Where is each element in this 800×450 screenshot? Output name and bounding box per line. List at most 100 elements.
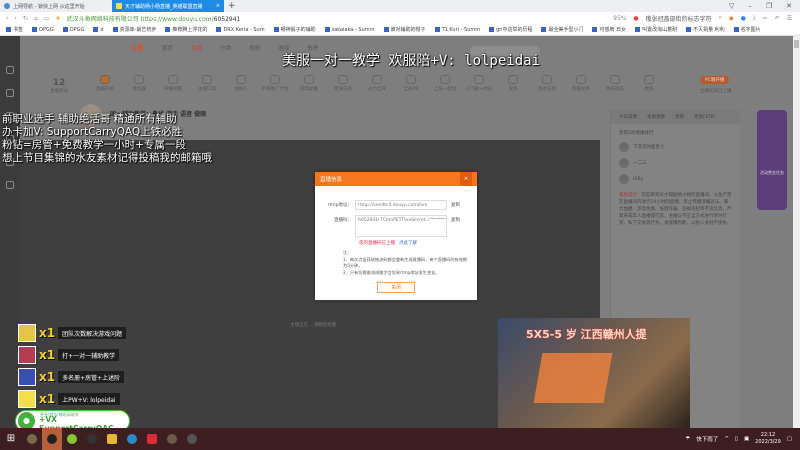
- start-button[interactable]: ⊞: [0, 428, 22, 450]
- tool-item[interactable]: 星海任务: [328, 75, 358, 92]
- url-input[interactable]: 武汉斗鱼网络科技有限公司 https://www.douyu.com/60529…: [67, 14, 241, 23]
- tool-item[interactable]: 手游推广计划: [260, 75, 290, 92]
- search-engine-icon[interactable]: ●: [633, 15, 638, 22]
- scroll-thumb[interactable]: [794, 40, 799, 48]
- copy-code-button[interactable]: 复制: [447, 215, 460, 223]
- tab-vip[interactable]: 贵宾: [675, 114, 684, 120]
- tool-item[interactable]: 小飞船+动态: [464, 75, 494, 92]
- tool-item[interactable]: 全民PK: [396, 75, 426, 92]
- tool-item[interactable]: 发现: [498, 75, 528, 92]
- undo-icon[interactable]: ↶: [775, 15, 780, 22]
- bookmark-item[interactable]: OPGG: [32, 27, 54, 33]
- tool-item[interactable]: 上车一起玩: [430, 75, 460, 92]
- page-scrollbar[interactable]: [793, 36, 800, 428]
- bookmark-item[interactable]: 资源库-最艺统步: [113, 26, 157, 33]
- restore-button[interactable]: ❐: [766, 2, 772, 10]
- taskbar-app[interactable]: [62, 428, 82, 450]
- nav-home[interactable]: 首页: [162, 44, 173, 52]
- tool-item[interactable]: 火力全开: [362, 75, 392, 92]
- viewer-item[interactable]: HiBy: [619, 174, 732, 184]
- tab-vip-count[interactable]: 贵宾(378): [694, 114, 715, 120]
- home-icon[interactable]: ⌂: [34, 15, 38, 22]
- bookmark-item[interactable]: d: [93, 27, 103, 33]
- douyu-logo[interactable]: 斗鱼: [130, 43, 144, 53]
- back-icon[interactable]: ‹: [6, 15, 8, 22]
- tab-douyu-stream[interactable]: 天才辅助杨小杨直播_英雄联盟直播 ×: [112, 0, 224, 12]
- tab-navigation[interactable]: 上网导航 - 锁快上网 从这里开始: [0, 0, 112, 12]
- bookmark-item[interactable]: 叫置改淘山着耐: [635, 26, 677, 33]
- weather-text[interactable]: 快下雨了: [696, 435, 718, 443]
- tool-item[interactable]: 鱼丸任务: [532, 75, 562, 92]
- close-icon[interactable]: ×: [460, 172, 472, 186]
- battery-icon[interactable]: ▯: [735, 436, 738, 442]
- bookmark-item[interactable]: 推荐腾上浮花的: [165, 26, 207, 33]
- sidebar-item[interactable]: [6, 181, 14, 190]
- minimize-button[interactable]: –: [748, 2, 752, 10]
- taskbar-app[interactable]: [162, 428, 182, 450]
- tool-item[interactable]: 开播提醒: [158, 75, 188, 92]
- input-method-icon[interactable]: ▣: [744, 436, 749, 442]
- viewer-item[interactable]: 下次见你面星儿: [619, 142, 732, 152]
- learn-more-link[interactable]: 点此了解: [399, 241, 417, 246]
- bookmark-item[interactable]: sakalaka - Summ: [325, 27, 375, 33]
- stream-code-field[interactable]: 6052941r7ChmPETTtxxSecret=**********: [355, 215, 447, 237]
- download-icon[interactable]: ⤓: [753, 14, 756, 22]
- taskbar-app[interactable]: [122, 428, 142, 450]
- cut-icon[interactable]: ✂: [763, 15, 768, 22]
- reader-icon[interactable]: ▭: [44, 15, 50, 22]
- rtmp-field[interactable]: rtmp://sendtc3.douyu.com/live: [355, 200, 447, 210]
- tool-item[interactable]: 游戏助推: [294, 75, 324, 92]
- clock[interactable]: 22:12 2022/3/29: [755, 432, 781, 446]
- star-icon[interactable]: ★: [55, 15, 60, 22]
- tool-item[interactable]: 福利礼: [226, 75, 256, 92]
- nav-video[interactable]: 视频: [249, 44, 260, 52]
- zoom-level[interactable]: 95%: [613, 15, 626, 22]
- bookmark-item[interactable]: 谁对辅助的帽子: [384, 26, 426, 33]
- tool-live-switch[interactable]: 直播开关: [90, 75, 120, 92]
- nav-category[interactable]: 分类: [220, 44, 231, 52]
- new-tab-button[interactable]: +: [224, 1, 240, 11]
- search-icon[interactable]: ⌕: [719, 14, 722, 22]
- nav-live[interactable]: 直播: [191, 44, 202, 52]
- tool-item[interactable]: 发布动态: [600, 75, 630, 92]
- taskbar-app[interactable]: [102, 428, 122, 450]
- close-window-button[interactable]: ✕: [786, 2, 792, 10]
- bookmark-item[interactable]: DRX Keria - Sum: [216, 27, 264, 33]
- reload-icon[interactable]: ↻: [23, 15, 28, 22]
- tab-week[interactable]: 本周消费: [647, 114, 665, 120]
- search-input[interactable]: 俄张冠盖部街的标志字符: [646, 14, 712, 23]
- taskbar-app-lol[interactable]: [22, 428, 42, 450]
- taskbar-app[interactable]: [82, 428, 102, 450]
- taskbar-app-obs[interactable]: [42, 428, 62, 450]
- taskbar-app[interactable]: [182, 428, 202, 450]
- tool-item[interactable]: 更多: [634, 75, 664, 92]
- menu-icon[interactable]: ☰: [787, 15, 792, 22]
- bookmark-item[interactable]: 名字图片: [734, 26, 761, 33]
- bookmark-item[interactable]: 可惑牌 日女: [592, 26, 626, 33]
- sidebar-item[interactable]: [6, 66, 14, 75]
- chat-icon[interactable]: ●: [741, 15, 746, 22]
- bookmark-item[interactable]: gn中这举的历程: [489, 26, 532, 33]
- tool-item[interactable]: 主播口袋: [192, 75, 222, 92]
- bookmark-item[interactable]: 最全美手型小门: [541, 26, 583, 33]
- tool-item[interactable]: 弹出器: [124, 75, 154, 92]
- bookmark-item[interactable]: OPGG: [63, 27, 85, 33]
- tool-item[interactable]: 客服助手: [566, 75, 596, 92]
- tray-expand-icon[interactable]: ^: [724, 436, 729, 442]
- close-button[interactable]: 关闭: [377, 282, 415, 293]
- viewer-item[interactable]: 一二三: [619, 158, 732, 168]
- game-icon[interactable]: ◆: [729, 15, 734, 22]
- forward-icon[interactable]: ›: [14, 15, 16, 22]
- copy-rtmp-button[interactable]: 复制: [447, 200, 460, 208]
- bookmark-item[interactable]: T1 Kuri - Summ: [435, 27, 481, 33]
- taskbar-app[interactable]: [142, 428, 162, 450]
- notification-icon[interactable]: ▢: [787, 436, 792, 442]
- skin-button[interactable]: ▽: [729, 2, 734, 10]
- sidebar-item[interactable]: [6, 89, 14, 98]
- bookmark-item[interactable]: 书签: [6, 26, 23, 33]
- close-tab-icon[interactable]: ×: [216, 3, 220, 9]
- bookmark-item[interactable]: 哪神骰子的辅助: [274, 26, 316, 33]
- bookmark-item[interactable]: 不灭捐量 利利: [686, 26, 725, 33]
- tab-today[interactable]: 今日消费: [619, 114, 637, 120]
- pc-live-button[interactable]: PC端开播: [700, 76, 730, 84]
